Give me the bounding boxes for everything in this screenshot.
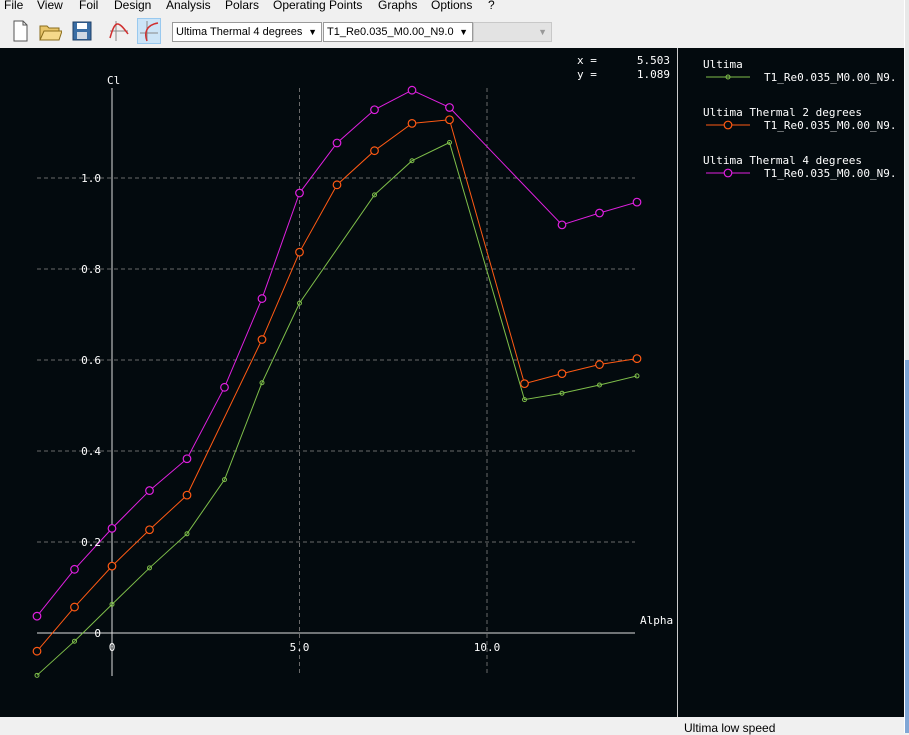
foil-select-value: Ultima Thermal 4 degrees [176, 26, 303, 38]
chevron-down-icon: ▼ [308, 27, 317, 37]
y-tick-label: 0.2 [81, 536, 101, 549]
series-line [36, 141, 638, 676]
legend-panel: Ultima T1_Re0.035_M0.00_N9. Ultima Thermal… [677, 48, 905, 717]
data-point [520, 379, 529, 389]
data-point [370, 146, 379, 156]
data-point [257, 294, 267, 303]
chevron-down-icon: ▼ [538, 27, 547, 37]
polar-graph[interactable]: 0 0.2 0.4 0.6 0.8 1.0 0 5.0 10.0 Alpha Cl x = 5.50… [0, 48, 677, 717]
legend: UltimaT1_Re0.035_M0.00_N9.Ultima Thermal… [703, 58, 896, 180]
data-point [182, 490, 192, 500]
data-point [370, 105, 379, 115]
readout-y-label: y = [577, 68, 597, 81]
chevron-down-icon: ▼ [459, 27, 468, 37]
open-folder-icon[interactable] [38, 18, 63, 44]
opp-view-icon[interactable] [107, 18, 131, 44]
legend-foil-name: Ultima Thermal 2 degrees [703, 106, 862, 119]
data-point [182, 454, 192, 464]
menu-options[interactable]: Options [431, 0, 472, 12]
data-point [107, 523, 117, 533]
data-point [70, 602, 79, 612]
x-tick-label: 0 [109, 641, 116, 654]
data-point [32, 646, 42, 656]
new-file-icon[interactable] [8, 18, 32, 44]
data-point [220, 382, 229, 392]
data-point [557, 369, 567, 379]
toolbar: Ultima Thermal 4 degrees ▼ T1_Re0.035_M0… [0, 14, 909, 48]
data-point [295, 247, 304, 257]
foil-select[interactable]: Ultima Thermal 4 degrees ▼ [172, 22, 322, 42]
data-point [257, 335, 267, 344]
menu-operating-points[interactable]: Operating Points [273, 0, 362, 12]
data-point [332, 180, 342, 190]
cl-alpha-chart[interactable]: 0 0.2 0.4 0.6 0.8 1.0 0 5.0 10.0 Alpha Cl x = 5.50… [0, 48, 677, 717]
y-tick-label: 0.4 [81, 445, 101, 458]
y-axis-label: Cl [107, 74, 120, 87]
series-line [36, 119, 638, 652]
data-point [107, 561, 117, 571]
x-tick-label: 10.0 [474, 641, 501, 654]
readout-x-value: 5.503 [637, 54, 670, 67]
menu-polars[interactable]: Polars [225, 0, 259, 12]
menu-bar: File View Foil Design Analysis Polars Op… [0, 0, 909, 13]
menu-graphs[interactable]: Graphs [378, 0, 417, 12]
menu-design[interactable]: Design [114, 0, 151, 12]
menu-help[interactable]: ? [488, 0, 495, 12]
y-tick-label: 0.6 [81, 354, 101, 367]
menu-file[interactable]: File [4, 0, 23, 12]
data-point [407, 85, 417, 95]
legend-marker [723, 120, 733, 130]
data-point [595, 360, 604, 369]
legend-foil-name: Ultima Thermal 4 degrees [703, 154, 862, 167]
legend-marker [723, 168, 733, 178]
data-point [632, 197, 642, 207]
polar-select-value: T1_Re0.035_M0.00_N9.0 [327, 26, 454, 38]
status-bar: Ultima low speed [0, 717, 904, 735]
y-tick-label: 0.8 [81, 263, 101, 276]
legend-series-name: T1_Re0.035_M0.00_N9. [764, 167, 896, 180]
data-point [145, 486, 154, 495]
x-axis-label: Alpha [640, 614, 673, 627]
readout-x-label: x = [577, 54, 597, 67]
data-point [557, 220, 567, 230]
polar-view-icon[interactable] [137, 18, 161, 44]
legend-series-name: T1_Re0.035_M0.00_N9. [764, 119, 896, 132]
menu-foil[interactable]: Foil [79, 0, 98, 12]
polar-select[interactable]: T1_Re0.035_M0.00_N9.0 ▼ [323, 22, 473, 42]
data-point [332, 138, 342, 148]
y-tick-label: 0 [94, 627, 101, 640]
data-point [407, 118, 417, 128]
data-point [632, 354, 642, 364]
menu-analysis[interactable]: Analysis [166, 0, 211, 12]
data-point [445, 115, 454, 125]
readout-y-value: 1.089 [637, 68, 670, 81]
legend-foil-name: Ultima [703, 58, 743, 71]
data-point [445, 103, 454, 112]
save-icon[interactable] [70, 18, 94, 44]
opp-select[interactable]: ▼ [473, 22, 552, 42]
data-point [145, 525, 154, 535]
y-tick-label: 1.0 [81, 172, 101, 185]
data-point [595, 208, 604, 218]
menu-view[interactable]: View [37, 0, 63, 12]
x-tick-label: 5.0 [290, 641, 310, 654]
data-point [32, 611, 42, 621]
series-line [36, 89, 638, 617]
legend-series-name: T1_Re0.035_M0.00_N9. [764, 71, 896, 84]
window-edge [904, 0, 909, 733]
data-point [295, 188, 304, 198]
data-point [70, 564, 79, 574]
